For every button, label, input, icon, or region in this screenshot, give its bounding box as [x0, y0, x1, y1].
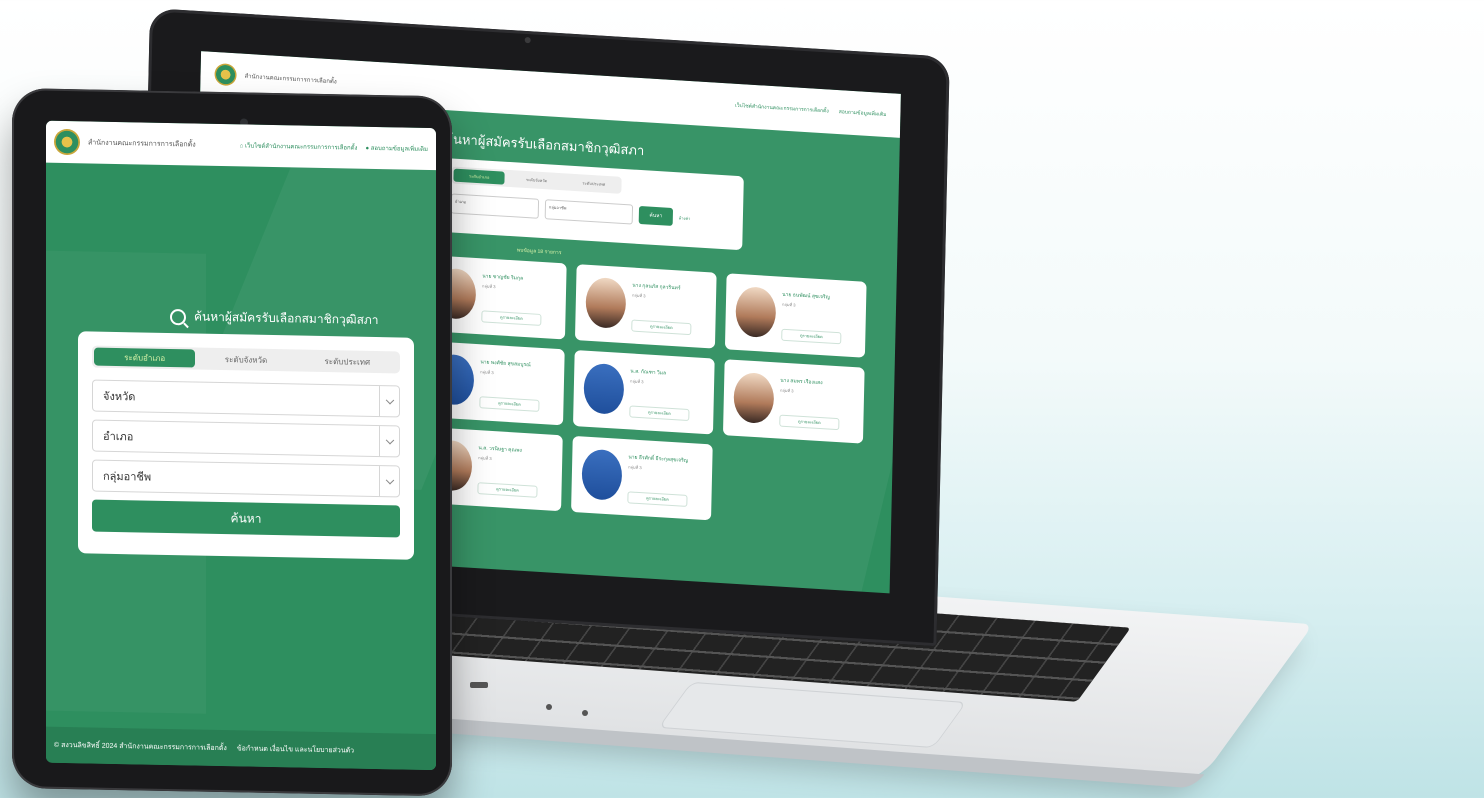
tablet-header: สำนักงานคณะกรรมการการเลือกตั้ง ⌂ เว็บไซต… [46, 120, 436, 171]
occupation-select[interactable]: กลุ่มอาชีพ [92, 459, 400, 498]
laptop-nav-link-contact[interactable]: สอบถามข้อมูลเพิ่มเติม [839, 108, 887, 119]
laptop-search-button[interactable]: ค้นหา [638, 205, 674, 226]
candidate-detail-button[interactable]: ดูรายละเอียด [781, 328, 842, 345]
tablet-screen: สำนักงานคณะกรรมการการเลือกตั้ง ⌂ เว็บไซต… [46, 120, 436, 771]
candidate-detail-button[interactable]: ดูรายละเอียด [779, 414, 840, 431]
laptop-tab-national[interactable]: ระดับประเทศ [568, 176, 620, 192]
tablet-page-title-text: ค้นหาผู้สมัครรับเลือกสมาชิกวุฒิสภา [194, 309, 379, 328]
province-select[interactable]: จังหวัด [92, 379, 400, 418]
chevron-down-icon [379, 386, 399, 417]
tablet-nav-link-contact-label: สอบถามข้อมูลเพิ่มเติม [370, 145, 428, 153]
candidate-detail-button[interactable]: ดูรายละเอียด [481, 310, 542, 326]
laptop-tab-province[interactable]: ระดับจังหวัด [511, 172, 563, 188]
candidate-card[interactable]: น.ส. กัณฑา วิมล กลุ่มที่ 3 ดูรายละเอียด [572, 350, 715, 435]
tablet-tab-district[interactable]: ระดับอำเภอ [94, 347, 196, 368]
laptop-filter-row: อำเภอ กลุ่มอาชีพ ค้นหา ล้างค่า [450, 193, 735, 230]
candidate-group: กลุ่มที่ 3 [630, 378, 644, 385]
district-select-label: อำเภอ [103, 430, 134, 444]
candidate-name: น.ส. วรนิษฐา คุณพง [478, 445, 522, 454]
candidate-group: กลุ่มที่ 3 [631, 292, 646, 299]
ect-logo-icon [214, 62, 237, 87]
candidate-card[interactable]: นาย ธีรศักดิ์ ธีระกุลสุขเจริญ กลุ่มที่ 3… [571, 435, 713, 521]
ect-logo-icon [54, 128, 80, 156]
candidate-card[interactable]: นาง สมพร เรืองแสง กลุ่มที่ 3 ดูรายละเอีย… [722, 359, 865, 444]
laptop-nav-link-website[interactable]: เว็บไซต์สำนักงานคณะกรรมการการเลือกตั้ง [735, 102, 829, 116]
candidate-avatar [735, 285, 777, 339]
footer-terms-link[interactable]: ข้อกำหนด เงื่อนไข และนโยบายส่วนตัว [237, 743, 354, 756]
candidate-detail-button[interactable]: ดูรายละเอียด [479, 396, 540, 412]
candidate-avatar [581, 448, 623, 501]
candidate-name: นาย ธนพัฒน์ สุขเจริญ [782, 291, 830, 301]
candidate-group: กลุ่มที่ 3 [779, 387, 794, 394]
candidate-group: กลุ่มที่ 3 [482, 283, 496, 290]
search-button[interactable]: ค้นหา [92, 499, 400, 538]
province-select-label: จังหวัด [103, 390, 136, 404]
candidate-name: น.ส. กัณฑา วิมล [630, 368, 667, 377]
occupation-select-label: กลุ่มอาชีพ [103, 470, 152, 484]
candidate-card[interactable]: นาง กุลนภัส กุลวรินทร์ กลุ่มที่ 3 ดูรายล… [574, 264, 717, 349]
candidate-name: นาย พงศ์ชัย สุขสมบูรณ์ [480, 359, 531, 369]
search-icon [170, 308, 186, 325]
laptop-district-select[interactable]: อำเภอ [450, 193, 540, 219]
candidate-group: กลุ่มที่ 3 [781, 301, 796, 308]
candidate-name: นาง สมพร เรืองแสง [780, 377, 823, 387]
laptop-tab-district[interactable]: ระดับอำเภอ [453, 168, 506, 185]
laptop-camera [524, 36, 531, 44]
tablet-page-title: ค้นหาผู้สมัครรับเลือกสมาชิกวุฒิสภา [170, 307, 379, 330]
candidate-detail-button[interactable]: ดูรายละเอียด [477, 482, 538, 498]
candidate-name: นาง กุลนภัส กุลวรินทร์ [632, 282, 681, 292]
laptop-brand: สำนักงานคณะกรรมการการเลือกตั้ง [244, 73, 337, 86]
candidate-name: นาย ชาญชัย ริมกุล [482, 273, 524, 282]
tablet-tab-province[interactable]: ระดับจังหวัด [195, 350, 296, 370]
district-select[interactable]: อำเภอ [92, 419, 400, 458]
laptop-occupation-select[interactable]: กลุ่มอาชีพ [544, 199, 634, 225]
candidate-detail-button[interactable]: ดูรายละเอียด [629, 405, 690, 422]
candidate-avatar [583, 362, 625, 416]
candidate-card[interactable]: นาย ธนพัฒน์ สุขเจริญ กลุ่มที่ 3 ดูรายละเ… [724, 273, 867, 358]
laptop-candidate-grid: นาย ชาญชัย ริมกุล กลุ่มที่ 3 ดูรายละเอีย… [421, 254, 867, 530]
footer-copyright: © สงวนลิขสิทธิ์ 2024 สำนักงานคณะกรรมการก… [54, 741, 227, 752]
laptop-reset-link[interactable]: ล้างค่า [679, 214, 691, 222]
tablet-nav-link-contact[interactable]: ● สอบถามข้อมูลเพิ่มเติม [365, 143, 428, 154]
tablet-tab-national[interactable]: ระดับประเทศ [297, 351, 398, 371]
chevron-down-icon [379, 426, 399, 457]
audio-port [546, 704, 552, 710]
tablet-nav: ⌂ เว็บไซต์สำนักงานคณะกรรมการการเลือกตั้ง… [240, 140, 428, 154]
laptop-level-tabs: ระดับอำเภอ ระดับจังหวัด ระดับประเทศ [451, 166, 622, 194]
tablet-footer: © สงวนลิขสิทธิ์ 2024 สำนักงานคณะกรรมการก… [46, 726, 436, 771]
candidate-detail-button[interactable]: ดูรายละเอียด [631, 319, 692, 336]
tablet-device: สำนักงานคณะกรรมการการเลือกตั้ง ⌂ เว็บไซต… [12, 88, 452, 797]
status-light [582, 710, 588, 716]
candidate-detail-button[interactable]: ดูรายละเอียด [627, 491, 688, 507]
tablet-brand: สำนักงานคณะกรรมการการเลือกตั้ง [88, 138, 196, 149]
candidate-group: กลุ่มที่ 3 [478, 455, 492, 461]
tablet-nav-link-website-label: เว็บไซต์สำนักงานคณะกรรมการการเลือกตั้ง [245, 143, 358, 152]
chevron-down-icon [379, 466, 399, 497]
tablet-level-tabs: ระดับอำเภอ ระดับจังหวัด ระดับประเทศ [92, 345, 400, 374]
laptop-nav: เว็บไซต์สำนักงานคณะกรรมการการเลือกตั้ง ส… [735, 102, 887, 119]
candidate-avatar [585, 276, 627, 330]
usb-port [470, 682, 488, 688]
candidate-avatar [733, 371, 775, 425]
tablet-nav-link-website[interactable]: ⌂ เว็บไซต์สำนักงานคณะกรรมการการเลือกตั้ง [240, 140, 358, 152]
candidate-group: กลุ่มที่ 3 [628, 464, 642, 471]
tablet-search-card: ระดับอำเภอ ระดับจังหวัด ระดับประเทศ จังห… [78, 331, 414, 560]
candidate-group: กลุ่มที่ 3 [480, 369, 494, 376]
